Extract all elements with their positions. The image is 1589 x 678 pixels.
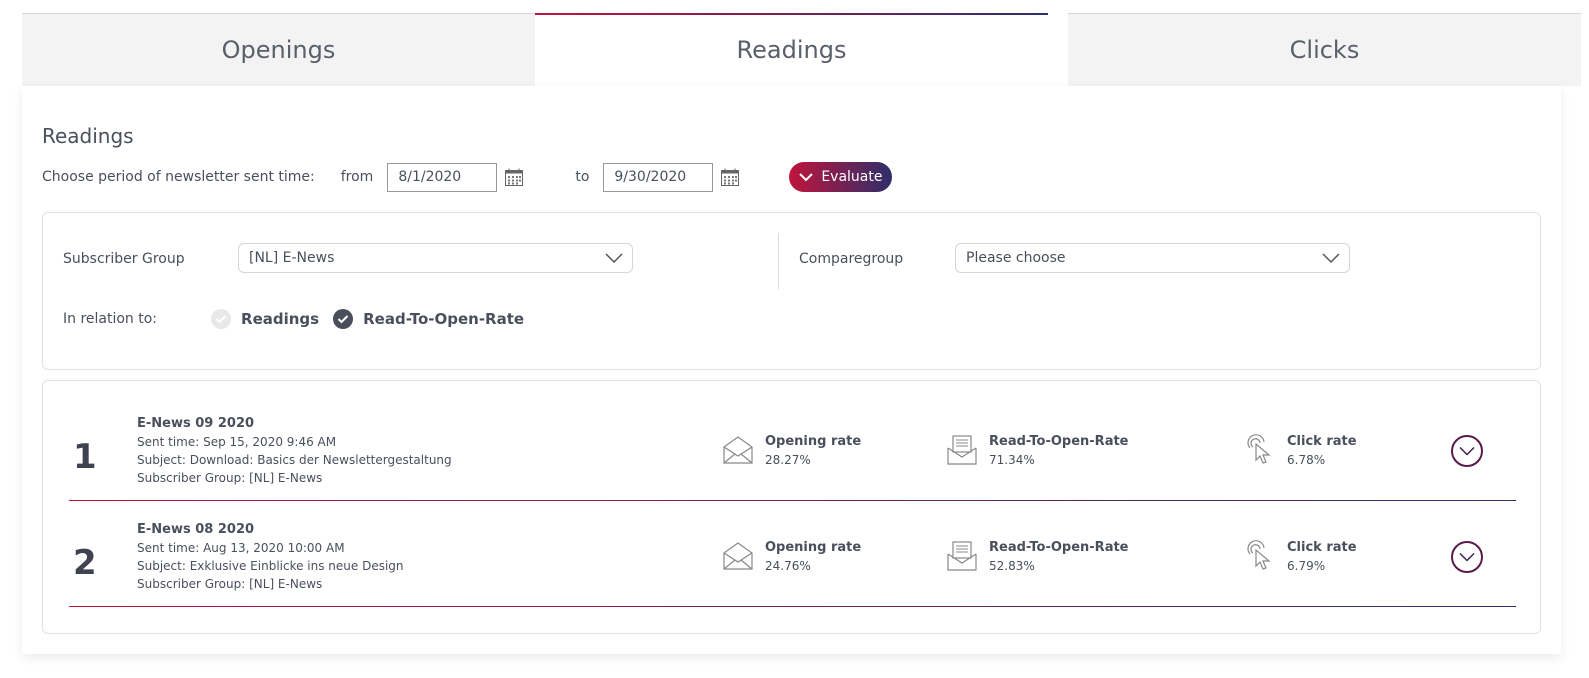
envelope-letter-icon xyxy=(945,433,979,467)
to-label: to xyxy=(575,169,590,185)
read-to-open-rate-check-icon[interactable] xyxy=(333,309,354,329)
divider xyxy=(778,233,779,289)
opening-rate-metric: Opening rate 24.76% xyxy=(721,539,861,575)
subject: Subject: Exklusive Einblicke ins neue De… xyxy=(137,559,404,573)
subscriber-group-value: [NL] E-News xyxy=(249,250,335,266)
relation-label: In relation to: xyxy=(63,311,158,327)
section-title: Readings xyxy=(42,124,134,148)
read-to-open-rate-metric: Read-To-Open-Rate 52.83% xyxy=(945,539,1129,575)
envelope-letter-icon xyxy=(945,539,979,573)
subscriber-group-select[interactable]: [NL] E-News xyxy=(238,243,633,273)
comparegroup-value: Please choose xyxy=(966,250,1066,266)
page: Openings Readings Clicks Readings Choose… xyxy=(0,0,1589,678)
rank-number: 2 xyxy=(73,543,97,583)
newsletter-info: E-News 08 2020 Sent time: Aug 13, 2020 1… xyxy=(137,521,404,593)
click-rate-metric: Click rate 6.78% xyxy=(1243,433,1357,469)
metric-value: 6.78% xyxy=(1287,453,1326,467)
from-date-input[interactable]: 8/1/2020 xyxy=(387,162,498,192)
read-to-open-rate-metric: Read-To-Open-Rate 71.34% xyxy=(945,433,1129,469)
envelope-open-icon xyxy=(721,539,755,573)
expand-button[interactable] xyxy=(1451,435,1483,467)
chevron-down-icon xyxy=(799,173,814,182)
tab-readings[interactable]: Readings xyxy=(535,13,1048,86)
subject: Subject: Download: Basics der Newsletter… xyxy=(137,453,452,467)
subscriber-group: Subscriber Group: [NL] E-News xyxy=(137,577,323,591)
readings-panel: Readings Choose period of newsletter sen… xyxy=(22,86,1561,654)
metric-value: 71.34% xyxy=(989,453,1035,467)
metric-label: Click rate xyxy=(1287,434,1357,449)
metric-value: 28.27% xyxy=(765,453,811,467)
relation-row: In relation to: Readings Read-To-Open-Ra… xyxy=(63,309,538,329)
rank-number: 1 xyxy=(73,437,97,477)
divider xyxy=(69,606,1516,607)
newsletter-title: E-News 08 2020 xyxy=(137,522,255,537)
list-item: 1 E-News 09 2020 Sent time: Sep 15, 2020… xyxy=(69,415,1516,501)
expand-button[interactable] xyxy=(1451,541,1483,573)
cursor-click-icon xyxy=(1243,433,1277,467)
tab-openings[interactable]: Openings xyxy=(22,13,535,86)
comparegroup-label: Comparegroup xyxy=(799,251,904,267)
chevron-down-icon xyxy=(605,253,623,264)
tab-clicks[interactable]: Clicks xyxy=(1068,13,1581,86)
cursor-click-icon xyxy=(1243,539,1277,573)
period-row: Choose period of newsletter sent time: f… xyxy=(42,162,893,192)
envelope-open-icon xyxy=(721,433,755,467)
newsletter-info: E-News 09 2020 Sent time: Sep 15, 2020 9… xyxy=(137,415,452,487)
click-rate-metric: Click rate 6.79% xyxy=(1243,539,1357,575)
metric-value: 52.83% xyxy=(989,559,1035,573)
calendar-icon[interactable] xyxy=(503,166,525,188)
metric-value: 24.76% xyxy=(765,559,811,573)
evaluate-label: Evaluate xyxy=(821,169,883,185)
subscriber-group: Subscriber Group: [NL] E-News xyxy=(137,471,323,485)
readings-check-icon[interactable] xyxy=(211,309,232,329)
comparegroup-select[interactable]: Please choose xyxy=(955,243,1350,273)
filter-box: Subscriber Group [NL] E-News Comparegrou… xyxy=(42,212,1541,370)
metric-label: Read-To-Open-Rate xyxy=(989,540,1129,555)
chevron-down-icon xyxy=(1459,552,1475,562)
readings-option-label[interactable]: Readings xyxy=(241,310,319,328)
metric-value: 6.79% xyxy=(1287,559,1326,573)
divider xyxy=(69,500,1516,501)
calendar-icon[interactable] xyxy=(719,166,741,188)
read-to-open-rate-option-label[interactable]: Read-To-Open-Rate xyxy=(363,310,524,328)
from-label: from xyxy=(340,169,374,185)
metric-label: Click rate xyxy=(1287,540,1357,555)
chevron-down-icon xyxy=(1459,446,1475,456)
to-date-input[interactable]: 9/30/2020 xyxy=(603,162,714,192)
opening-rate-metric: Opening rate 28.27% xyxy=(721,433,861,469)
sent-time: Sent time: Aug 13, 2020 10:00 AM xyxy=(137,541,345,555)
subscriber-group-label: Subscriber Group xyxy=(63,251,185,267)
metric-label: Opening rate xyxy=(765,434,862,449)
evaluate-button[interactable]: Evaluate xyxy=(789,162,893,192)
metric-label: Opening rate xyxy=(765,540,862,555)
period-label: Choose period of newsletter sent time: xyxy=(42,169,315,185)
tab-bar: Openings Readings Clicks xyxy=(22,13,1581,86)
newsletter-title: E-News 09 2020 xyxy=(137,416,255,431)
list-item: 2 E-News 08 2020 Sent time: Aug 13, 2020… xyxy=(69,521,1516,607)
chevron-down-icon xyxy=(1322,253,1340,264)
results-list: 1 E-News 09 2020 Sent time: Sep 15, 2020… xyxy=(42,380,1541,634)
metric-label: Read-To-Open-Rate xyxy=(989,434,1129,449)
sent-time: Sent time: Sep 15, 2020 9:46 AM xyxy=(137,435,337,449)
